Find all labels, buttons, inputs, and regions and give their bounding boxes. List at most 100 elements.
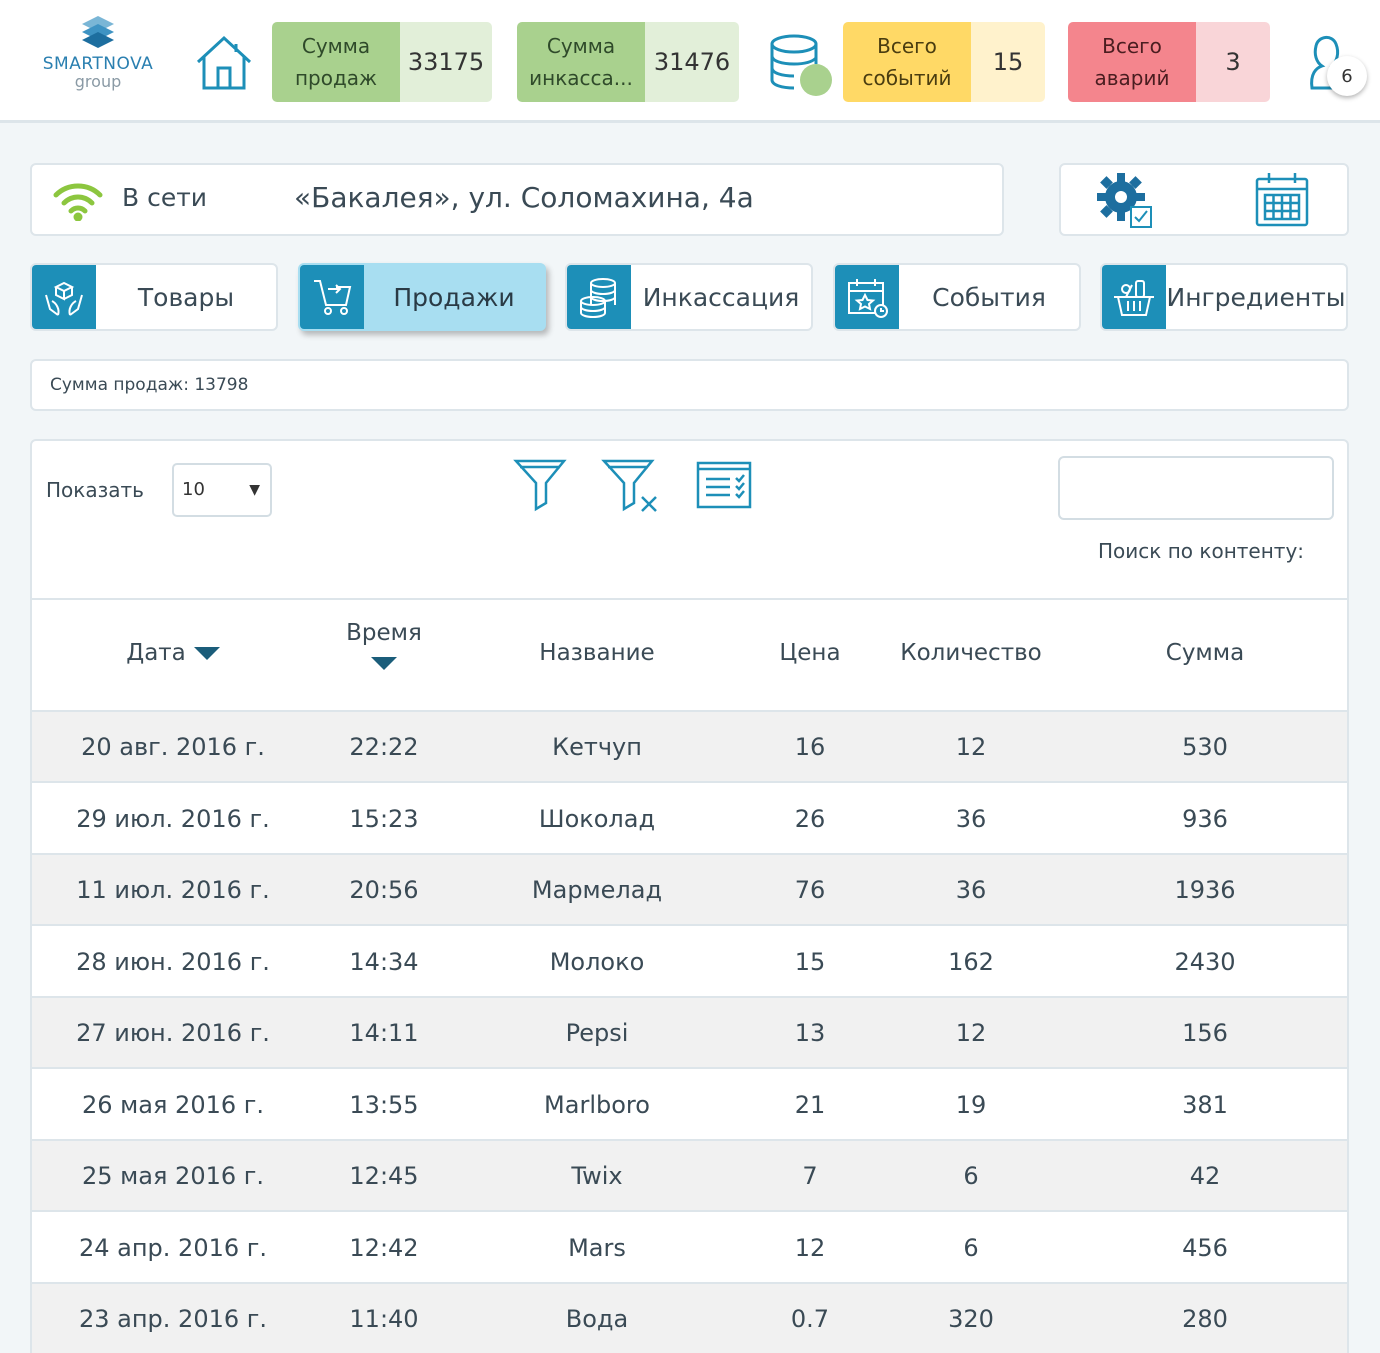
sales-table-panel: Показать 10 ▼ Поиск по контенту: Дата Вр… — [30, 439, 1349, 1353]
cell-sum: 156 — [1182, 1019, 1228, 1047]
filter-clear-icon[interactable] — [600, 455, 660, 515]
column-header-time[interactable]: Время — [314, 620, 454, 676]
cell-price: 12 — [794, 1233, 826, 1262]
cell-qty: 19 — [955, 1090, 987, 1119]
column-header-quantity[interactable]: Количество — [892, 640, 1050, 666]
cell-name: Mars — [568, 1233, 626, 1262]
table-row[interactable]: 26 мая 2016 г. 13:55 Marlboro 21 19 381 — [32, 1069, 1347, 1141]
cell-time: 13:55 — [349, 1090, 419, 1119]
table-row[interactable]: 20 авг. 2016 г. 22:22 Кетчуп 16 12 530 — [32, 712, 1347, 783]
cell-qty: 6 — [963, 1233, 979, 1262]
logo-mark-icon — [82, 16, 114, 48]
cell-qty: 36 — [955, 804, 987, 833]
cell-name: Вода — [565, 1305, 629, 1333]
stat-sales-sum[interactable]: Сумма продаж 33175 — [272, 22, 492, 102]
logo[interactable]: SMARTNOVA group — [34, 14, 162, 110]
cell-name: Мармелад — [531, 876, 663, 904]
sort-desc-icon[interactable] — [193, 647, 220, 660]
cell-date: 27 июн. 2016 г. — [76, 1019, 270, 1047]
cell-price: 16 — [794, 733, 826, 761]
table-row[interactable]: 29 июл. 2016 г. 15:23 Шоколад 26 36 936 — [32, 783, 1347, 855]
connection-status: В сети — [122, 183, 208, 212]
cell-price: 13 — [794, 1019, 826, 1047]
cell-date: 29 июл. 2016 г. — [76, 804, 270, 833]
cell-qty: 36 — [955, 876, 987, 904]
cell-sum: 456 — [1182, 1233, 1228, 1262]
top-header: SMARTNOVA group Сумма продаж 33175 Сумма и… — [0, 0, 1380, 123]
hands-box-icon — [32, 265, 96, 329]
stat-alarms-total[interactable]: Всего аварий 3 — [1068, 22, 1270, 102]
filter-icon[interactable] — [510, 455, 570, 515]
status-bar: В сети «Бакалея», ул. Соломахина, 4а — [30, 163, 1004, 236]
column-header-price[interactable]: Цена — [752, 640, 868, 666]
table-header: Дата Время Название Цена Количество Сумм… — [32, 598, 1347, 712]
cell-time: 12:42 — [349, 1233, 419, 1262]
cell-name: Pepsi — [565, 1019, 629, 1047]
stat-collection-label-2: инкасса... — [529, 66, 633, 90]
cell-price: 15 — [794, 947, 826, 976]
column-header-date[interactable]: Дата — [32, 640, 314, 666]
cell-qty: 12 — [955, 733, 987, 761]
table-row[interactable]: 24 апр. 2016 г. 12:42 Mars 12 6 456 — [32, 1212, 1347, 1284]
tab-ingredients[interactable]: Ингредиенты — [1100, 263, 1348, 331]
stat-sales-value: 33175 — [400, 22, 492, 102]
cell-price: 21 — [794, 1090, 826, 1119]
sales-summary: Сумма продаж: 13798 — [30, 359, 1349, 411]
sort-desc-icon[interactable] — [371, 657, 397, 670]
home-icon[interactable] — [192, 30, 256, 94]
cell-date: 11 июл. 2016 г. — [76, 876, 270, 904]
cell-name: Marlboro — [544, 1090, 650, 1119]
cell-price: 0.7 — [790, 1305, 830, 1333]
cell-qty: 12 — [955, 1019, 987, 1047]
checklist-icon[interactable] — [694, 455, 754, 515]
cell-time: 14:11 — [349, 1019, 419, 1047]
user-count-badge[interactable]: 6 — [1327, 56, 1367, 96]
tab-goods-label: Товары — [137, 282, 235, 312]
tab-events[interactable]: События — [833, 263, 1081, 331]
coins-icon — [567, 265, 631, 329]
stat-collection-sum[interactable]: Сумма инкасса... 31476 — [517, 22, 739, 102]
table-row[interactable]: 27 июн. 2016 г. 14:11 Pepsi 13 12 156 — [32, 998, 1347, 1069]
cell-date: 26 мая 2016 г. — [82, 1090, 264, 1119]
cart-icon — [300, 265, 364, 329]
calendar-icon[interactable] — [1251, 169, 1313, 231]
stat-events-value: 15 — [971, 22, 1045, 102]
logo-brand: SMARTNOVA — [42, 54, 154, 74]
shop-name: «Бакалея», ул. Соломахина, 4а — [294, 181, 754, 214]
cell-qty: 320 — [948, 1305, 994, 1333]
column-header-name[interactable]: Название — [492, 640, 702, 666]
gear-icon[interactable] — [1095, 171, 1157, 231]
cell-sum: 530 — [1182, 733, 1228, 761]
page-size-select[interactable]: 10 ▼ — [172, 463, 272, 517]
cell-sum: 936 — [1182, 804, 1228, 833]
tab-ingredients-label: Ингредиенты — [1166, 282, 1346, 312]
stat-events-label-1: Всего — [877, 34, 937, 58]
cell-time: 14:34 — [349, 947, 419, 976]
table-row[interactable]: 28 июн. 2016 г. 14:34 Молоко 15 162 2430 — [32, 926, 1347, 998]
cell-qty: 162 — [948, 947, 994, 976]
stat-sales-label-2: продаж — [294, 66, 378, 90]
table-row[interactable]: 11 июл. 2016 г. 20:56 Мармелад 76 36 1936 — [32, 855, 1347, 926]
table-row[interactable]: 25 мая 2016 г. 12:45 Twix 7 6 42 — [32, 1141, 1347, 1212]
cell-time: 15:23 — [349, 804, 419, 833]
cell-price: 76 — [794, 876, 826, 904]
cell-qty: 6 — [963, 1162, 979, 1190]
cell-date: 20 авг. 2016 г. — [81, 733, 265, 761]
search-input[interactable] — [1058, 456, 1334, 520]
cell-time: 20:56 — [349, 876, 419, 904]
tab-collection[interactable]: Инкассация — [565, 263, 813, 331]
database-icon[interactable] — [766, 30, 838, 102]
stat-collection-label-1: Сумма — [546, 34, 616, 58]
tab-goods[interactable]: Товары — [30, 263, 278, 331]
cell-sum: 42 — [1189, 1162, 1221, 1190]
search-label: Поиск по контенту: — [1098, 539, 1305, 563]
table-row[interactable]: 23 апр. 2016 г. 11:40 Вода 0.7 320 280 — [32, 1284, 1347, 1353]
stat-events-total[interactable]: Всего событий 15 — [843, 22, 1045, 102]
column-header-sum[interactable]: Сумма — [1112, 640, 1298, 666]
cell-date: 28 июн. 2016 г. — [76, 947, 270, 976]
tab-sales-label: Продажи — [393, 282, 515, 312]
stat-alarms-label-2: аварий — [1094, 66, 1170, 90]
cell-sum: 381 — [1182, 1090, 1228, 1119]
cell-name: Молоко — [549, 947, 645, 976]
tab-sales[interactable]: Продажи — [298, 263, 546, 331]
